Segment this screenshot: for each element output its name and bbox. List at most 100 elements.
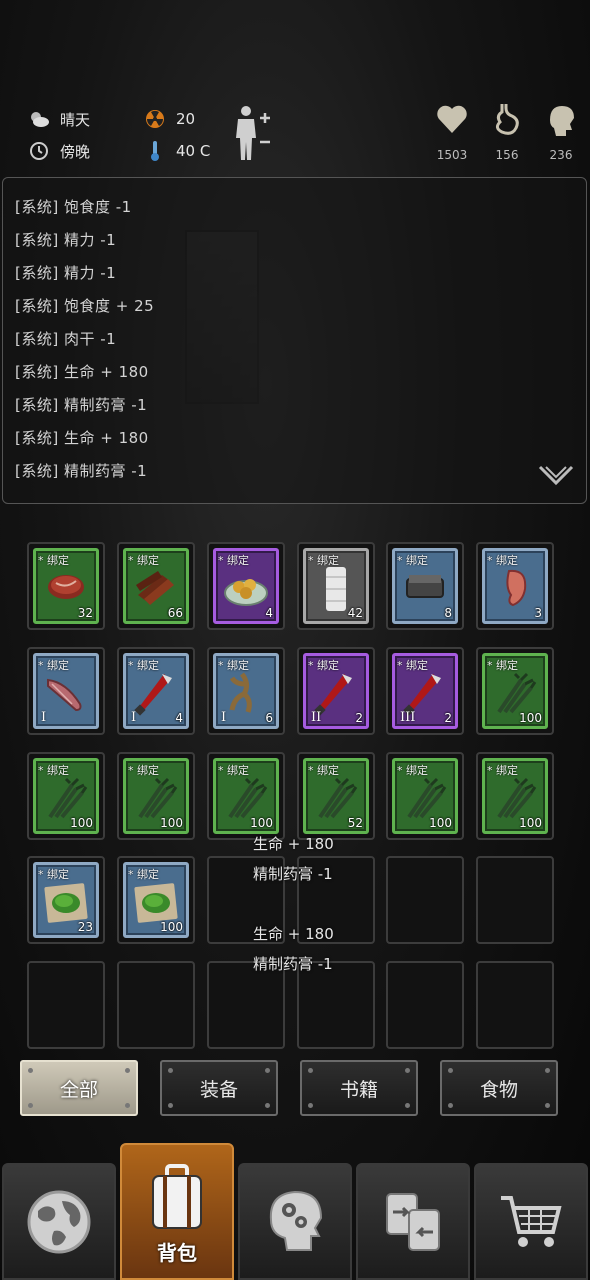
bound-badge: * 绑定: [218, 554, 249, 567]
inventory-slot[interactable]: * 绑定 100: [207, 752, 285, 840]
item-quantity: 8: [444, 606, 452, 620]
item-quantity: 23: [77, 920, 93, 934]
bound-badge: * 绑定: [38, 868, 69, 881]
inventory-slot[interactable]: * 绑定 I 6: [207, 647, 285, 735]
filter-tab-all[interactable]: 全部: [20, 1060, 138, 1116]
temperature-stat: 40 C: [144, 140, 210, 162]
inventory-item: * 绑定 52: [303, 758, 369, 834]
bound-badge: * 绑定: [128, 554, 159, 567]
bound-badge: * 绑定: [218, 659, 249, 672]
item-quantity: 100: [250, 816, 273, 830]
empty-slot[interactable]: [297, 961, 375, 1049]
hunger-stat: [492, 102, 522, 142]
empty-slot[interactable]: [27, 961, 105, 1049]
tier-label: II: [311, 710, 322, 725]
tier-label: I: [221, 710, 227, 725]
item-quantity: 100: [160, 816, 183, 830]
bound-badge: * 绑定: [397, 554, 428, 567]
inventory-slot[interactable]: * 绑定 42: [297, 542, 375, 630]
inventory-slot[interactable]: * 绑定 100: [386, 752, 464, 840]
filter-tab-equipment[interactable]: 装备: [160, 1060, 278, 1116]
nav-map-button[interactable]: [2, 1163, 116, 1280]
radiation-value: 20: [176, 110, 196, 128]
log-line: [系统] 生命 + 180: [15, 429, 149, 447]
inventory-item: * 绑定 I 6: [213, 653, 279, 729]
human-body-icon: [236, 106, 270, 160]
inventory-item: * 绑定 I: [33, 653, 99, 729]
withered-root-icon: [229, 672, 252, 713]
inventory-slot[interactable]: * 绑定 I: [27, 647, 105, 735]
empty-slot[interactable]: [476, 961, 554, 1049]
filter-tab-food[interactable]: 食物: [440, 1060, 558, 1116]
body-status-button[interactable]: [232, 104, 272, 166]
temperature-value: 40 C: [176, 142, 211, 160]
tier-label: I: [131, 710, 137, 725]
inventory-item: * 绑定 3: [482, 548, 548, 624]
clock-icon: [28, 140, 50, 162]
health-stat: [436, 104, 468, 138]
filter-tab-label: 全部: [59, 1078, 98, 1101]
nav-trade-button[interactable]: [356, 1163, 470, 1280]
inventory-slot[interactable]: * 绑定 100: [117, 752, 195, 840]
inventory-item: * 绑定 32: [33, 548, 99, 624]
fried-food-plate-icon: [224, 578, 268, 606]
sun-cloud-icon: [28, 108, 50, 130]
empty-slot[interactable]: [207, 961, 285, 1049]
inventory-item: * 绑定 III 2: [392, 653, 458, 729]
hunger-value: 156: [495, 148, 519, 162]
inventory-slot[interactable]: * 绑定 32: [27, 542, 105, 630]
inventory-slot[interactable]: * 绑定 I 4: [117, 647, 195, 735]
item-quantity: 3: [534, 606, 542, 620]
inventory-slot[interactable]: * 绑定 100: [27, 752, 105, 840]
bound-badge: * 绑定: [218, 764, 249, 777]
nav-shop-button[interactable]: [474, 1163, 588, 1280]
inventory-slot[interactable]: * 绑定 100: [476, 647, 554, 735]
tier-label: I: [41, 710, 47, 725]
inventory-slot[interactable]: * 绑定 3: [476, 542, 554, 630]
filter-tab-label: 装备: [199, 1078, 238, 1101]
expand-log-button[interactable]: [538, 465, 574, 491]
nav-backpack-label: 背包: [157, 1241, 197, 1265]
floating-message: 精制药膏 -1: [253, 955, 333, 973]
inventory-item: * 绑定 23: [33, 862, 99, 938]
empty-slot[interactable]: [386, 961, 464, 1049]
inventory-item: * 绑定 I 4: [123, 653, 189, 729]
bound-badge: * 绑定: [128, 764, 159, 777]
nav-backpack-button[interactable]: 背包: [120, 1143, 234, 1280]
globe-icon: [27, 1190, 91, 1253]
bound-badge: * 绑定: [38, 659, 69, 672]
bound-badge: * 绑定: [308, 764, 339, 777]
inventory-slot[interactable]: * 绑定 23: [27, 856, 105, 944]
empty-slot[interactable]: [476, 856, 554, 944]
bound-badge: * 绑定: [38, 554, 69, 567]
log-line: [系统] 精力 -1: [15, 264, 117, 282]
inventory-item: * 绑定 II 2: [303, 653, 369, 729]
item-quantity: 42: [347, 606, 363, 620]
inventory-slot[interactable]: * 绑定 100: [476, 752, 554, 840]
log-line: [系统] 精力 -1: [15, 231, 117, 249]
inventory-item: * 绑定 4: [213, 548, 279, 624]
log-line: [系统] 饱食度 + 25: [15, 297, 155, 315]
inventory-slot[interactable]: * 绑定 66: [117, 542, 195, 630]
inventory-slot[interactable]: * 绑定 4: [207, 542, 285, 630]
inventory-slot[interactable]: * 绑定 8: [386, 542, 464, 630]
message-log[interactable]: [系统] 饱食度 -1 [系统] 精力 -1 [系统] 精力 -1 [系统] 饱…: [2, 177, 587, 504]
nav-skills-button[interactable]: [238, 1163, 352, 1280]
inventory-slot[interactable]: * 绑定 II 2: [297, 647, 375, 735]
bound-badge: * 绑定: [308, 659, 339, 672]
item-quantity: 32: [77, 606, 93, 620]
inventory-item: * 绑定 100: [33, 758, 99, 834]
bound-badge: * 绑定: [38, 764, 69, 777]
inventory-slot[interactable]: * 绑定 100: [117, 856, 195, 944]
filter-tab-books[interactable]: 书籍: [300, 1060, 418, 1116]
item-quantity: 2: [444, 711, 452, 725]
item-quantity: 6: [265, 711, 273, 725]
bound-badge: * 绑定: [128, 659, 159, 672]
inventory-slot[interactable]: * 绑定 III 2: [386, 647, 464, 735]
item-quantity: 52: [347, 816, 363, 830]
inventory-slot[interactable]: * 绑定 52: [297, 752, 375, 840]
empty-slot[interactable]: [386, 856, 464, 944]
sanity-value: 236: [549, 148, 573, 162]
item-quantity: 100: [519, 711, 542, 725]
empty-slot[interactable]: [117, 961, 195, 1049]
